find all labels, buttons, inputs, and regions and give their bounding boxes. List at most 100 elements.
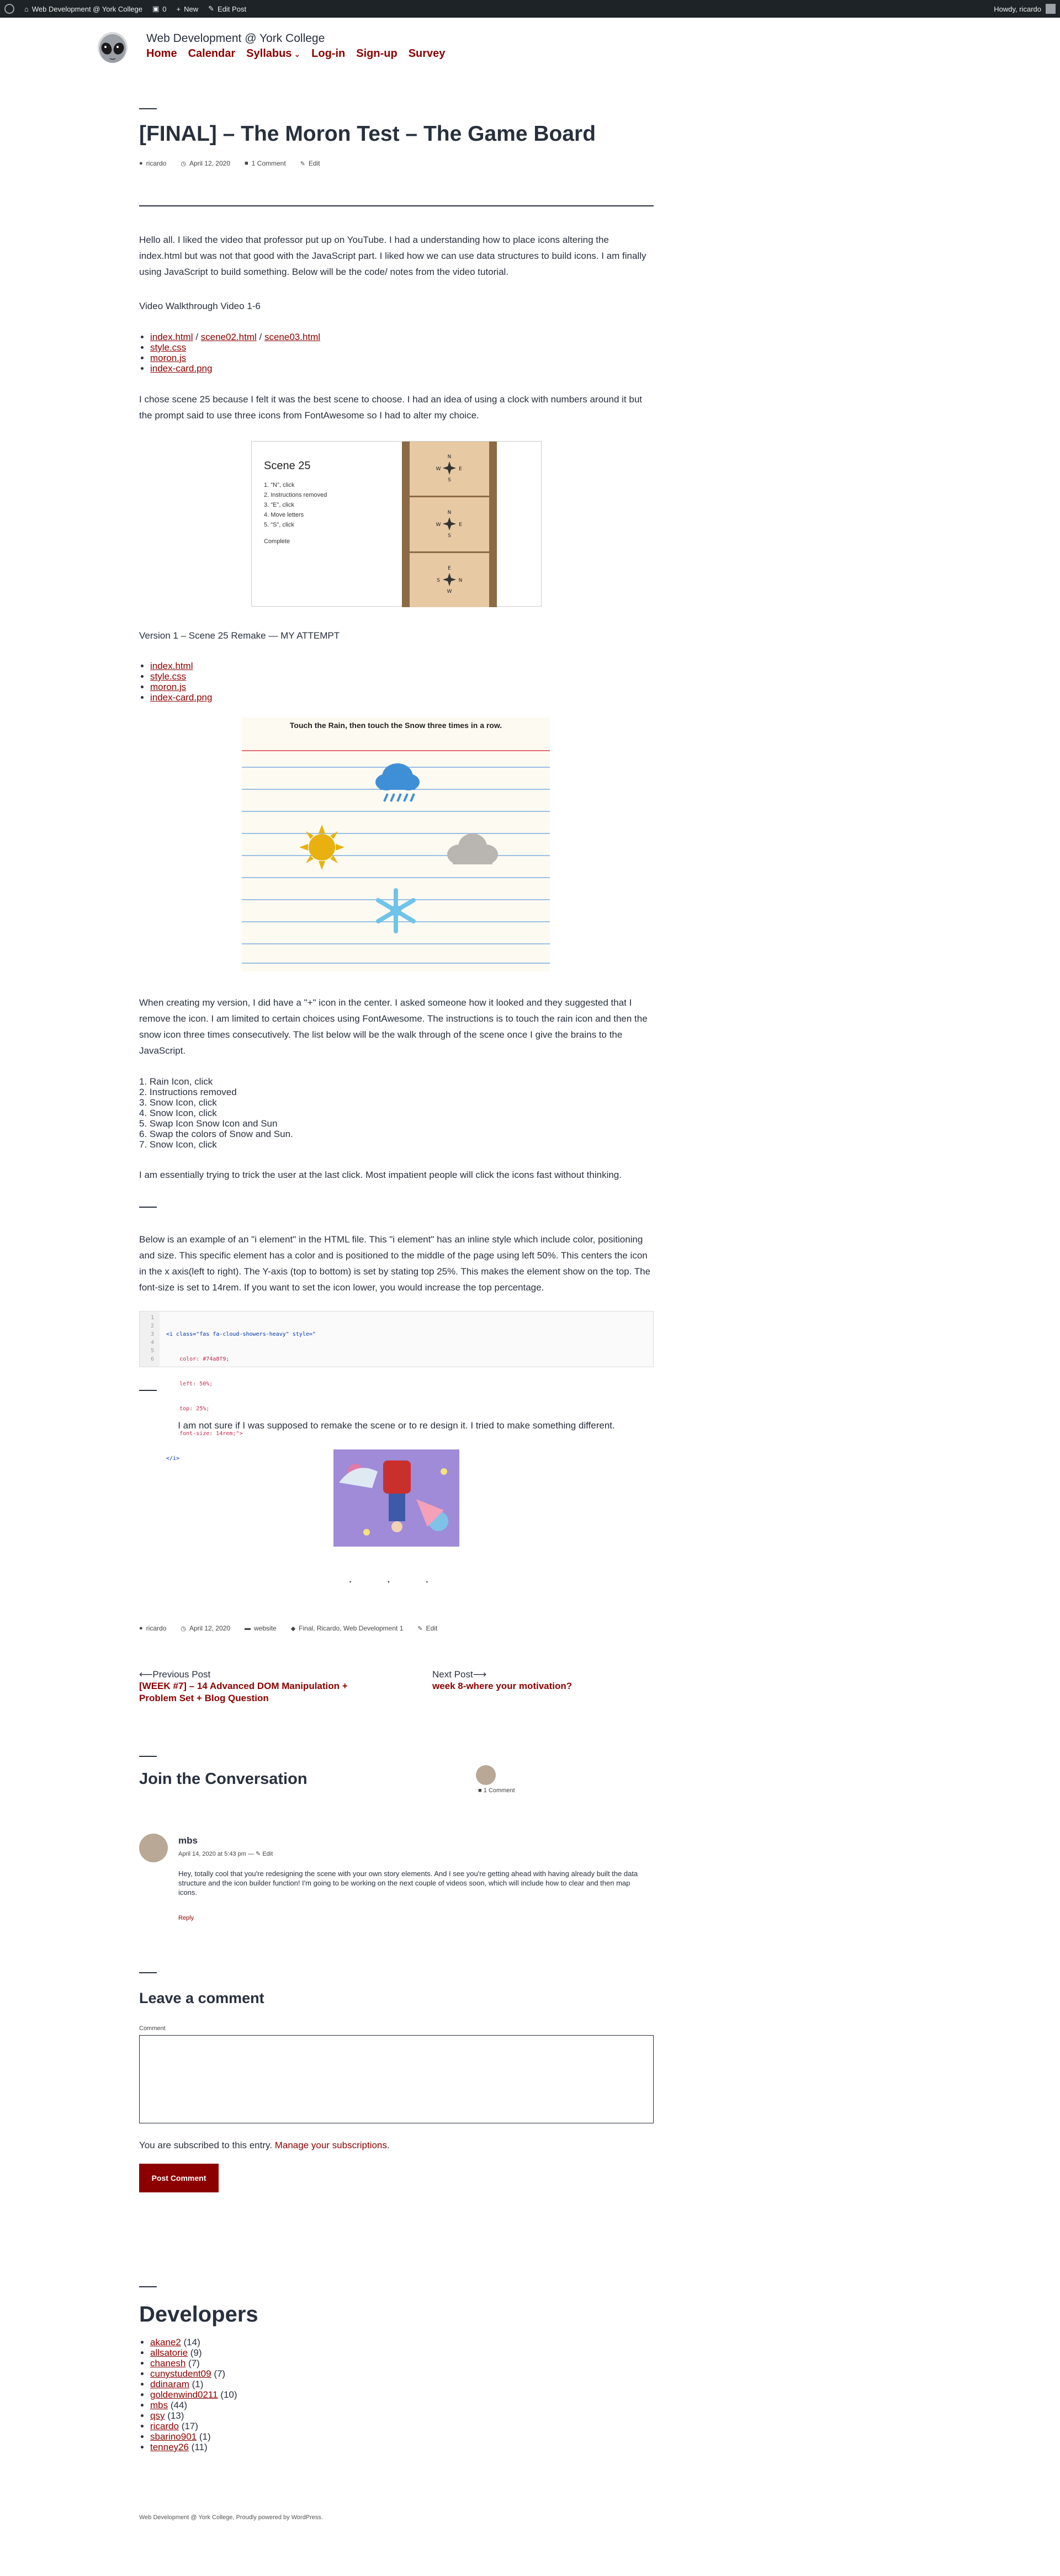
- scene-steps: 1. "N", click 2. Instructions removed 3.…: [264, 482, 327, 528]
- person-icon: ●: [139, 1625, 143, 1632]
- nav-calendar[interactable]: Calendar: [188, 47, 236, 60]
- edit-link[interactable]: Edit: [426, 1624, 438, 1632]
- comment-count[interactable]: ■ 1 Comment: [478, 1787, 515, 1794]
- list-item: qsy (13): [150, 2410, 654, 2421]
- trick-paragraph: I am essentially trying to trick the use…: [139, 1170, 622, 1180]
- manage-subscriptions-link[interactable]: Manage your subscriptions: [275, 2140, 387, 2150]
- compass-panel: E W S N: [410, 553, 489, 607]
- date-link[interactable]: April 12, 2020: [189, 1624, 230, 1632]
- developer-link[interactable]: goldenwind0211: [150, 2389, 218, 2400]
- style-css-link[interactable]: style.css: [150, 342, 186, 353]
- index-card-link[interactable]: index-card.png: [150, 692, 212, 703]
- list-item: ricardo (17): [150, 2421, 654, 2431]
- list-item: 3. Snow Icon, click: [139, 1097, 217, 1108]
- creating-paragraph: When creating my version, I did have a "…: [139, 997, 648, 1056]
- developer-link[interactable]: chanesh: [150, 2358, 186, 2368]
- svg-text:N: N: [448, 454, 452, 460]
- wordpress-logo-icon[interactable]: [4, 4, 14, 14]
- developer-link[interactable]: qsy: [150, 2410, 165, 2421]
- developer-link[interactable]: allsatorie: [150, 2347, 188, 2358]
- next-post-nav[interactable]: Next Post⟶ week 8-where your motivation?: [432, 1669, 653, 1692]
- author-link[interactable]: ricardo: [146, 160, 167, 167]
- pencil-icon: ✎: [300, 160, 305, 167]
- developer-link[interactable]: tenney26: [150, 2442, 189, 2452]
- file-links-list: index.html style.css moron.js index-card…: [139, 661, 654, 703]
- comment-icon: ▣: [152, 4, 160, 13]
- compass-panel: N S W E: [410, 497, 489, 551]
- nav-home[interactable]: Home: [146, 47, 177, 60]
- svg-text:S: S: [437, 578, 440, 583]
- moron-js-link[interactable]: moron.js: [150, 353, 186, 363]
- cartoon-illustration: [333, 1449, 459, 1547]
- developer-link[interactable]: cunystudent09: [150, 2368, 211, 2379]
- previous-post-nav[interactable]: ⟵Previous Post [WEEK #7] – 14 Advanced D…: [139, 1669, 382, 1704]
- developers-title: Developers: [139, 2302, 258, 2327]
- category-link[interactable]: website: [254, 1624, 277, 1632]
- scene-complete-label: Complete: [264, 538, 290, 545]
- list-item: 6. Swap the colors of Snow and Sun.: [139, 1129, 293, 1139]
- intro-paragraph: Hello all. I liked the video that profes…: [139, 235, 646, 277]
- nav-sign-up[interactable]: Sign-up: [356, 47, 397, 60]
- next-post-title[interactable]: week 8-where your motivation?: [432, 1680, 653, 1692]
- board-instructions: Touch the Rain, then touch the Snow thre…: [289, 721, 502, 730]
- walkthrough-text: Video Walkthrough Video 1-6: [139, 301, 261, 311]
- developer-link[interactable]: ddinaram: [150, 2379, 189, 2389]
- avatar: [139, 1834, 168, 1862]
- list-item: akane2 (14): [150, 2337, 654, 2347]
- admin-edit-post-link[interactable]: ✎ Edit Post: [208, 4, 246, 13]
- admin-new-link[interactable]: + New: [177, 5, 199, 13]
- tags-list[interactable]: Final, Ricardo, Web Development 1: [299, 1624, 403, 1632]
- admin-comments-link[interactable]: ▣ 0: [152, 4, 167, 13]
- index-html-link[interactable]: index.html: [150, 332, 193, 342]
- edit-link[interactable]: Edit: [309, 160, 320, 167]
- author-link[interactable]: ricardo: [146, 1624, 167, 1632]
- divider: [139, 1390, 157, 1391]
- developer-link[interactable]: ricardo: [150, 2421, 179, 2431]
- home-icon: ⌂: [24, 4, 29, 13]
- divider: [139, 108, 157, 109]
- admin-site-link[interactable]: ⌂ Web Development @ York College: [24, 5, 142, 13]
- developer-link[interactable]: sbarino901: [150, 2431, 197, 2442]
- reply-link[interactable]: Reply: [178, 1915, 194, 1921]
- comment-textarea[interactable]: [139, 2035, 654, 2123]
- avatar: [476, 1765, 496, 1785]
- style-css-link[interactable]: style.css: [150, 671, 186, 682]
- snowflake-icon: [376, 888, 416, 933]
- developer-link[interactable]: mbs: [150, 2400, 168, 2410]
- developer-link[interactable]: akane2: [150, 2337, 181, 2347]
- code-block[interactable]: 1 2 3 4 5 6 <i class="fas fa-cloud-showe…: [139, 1311, 654, 1462]
- comment-icon: ■: [245, 160, 248, 167]
- svg-text:W: W: [436, 522, 441, 528]
- unsure-paragraph: I am not sure if I was supposed to remak…: [178, 1420, 615, 1431]
- moron-js-link[interactable]: moron.js: [150, 682, 186, 692]
- list-item: cunystudent09 (7): [150, 2368, 654, 2379]
- line-numbers: 1 2 3 4 5 6: [140, 1311, 160, 1367]
- svg-text:N: N: [459, 578, 463, 583]
- scene-title: Scene 25: [264, 460, 311, 472]
- list-item: style.css: [150, 671, 654, 682]
- rain-cloud-icon: [375, 763, 420, 802]
- index-html-link[interactable]: index.html: [150, 661, 193, 671]
- divider: [139, 1207, 157, 1208]
- scene03-link[interactable]: scene03.html: [264, 332, 320, 342]
- nav-log-in[interactable]: Log-in: [311, 47, 345, 60]
- chevron-down-icon[interactable]: ⌄: [294, 50, 300, 59]
- site-title[interactable]: Web Development @ York College: [146, 32, 325, 45]
- comments-link[interactable]: 1 Comment: [252, 160, 286, 167]
- list-item: mbs (44): [150, 2400, 654, 2410]
- page-title: [FINAL] – The Moron Test – The Game Boar…: [139, 122, 596, 146]
- conversation-title: Join the Conversation: [139, 1770, 308, 1788]
- comment-edit-link[interactable]: Edit: [262, 1851, 273, 1857]
- admin-account-menu[interactable]: Howdy, ricardo: [994, 4, 1056, 14]
- comment-date-link[interactable]: April 14, 2020 at 5:43 pm: [178, 1851, 246, 1857]
- post-comment-button[interactable]: Post Comment: [139, 2164, 219, 2192]
- scene02-link[interactable]: scene02.html: [201, 332, 257, 342]
- alien-logo-icon[interactable]: [97, 32, 129, 66]
- index-card-link[interactable]: index-card.png: [150, 363, 212, 374]
- post-footer-meta: ● ricardo ◷ April 12, 2020 ▬ website ◆ Final…: [139, 1624, 654, 1632]
- date-link[interactable]: April 12, 2020: [189, 160, 230, 167]
- compass-icon: N S W E: [436, 510, 463, 539]
- previous-post-title[interactable]: [WEEK #7] – 14 Advanced DOM Manipulation…: [139, 1680, 382, 1704]
- nav-syllabus[interactable]: Syllabus ⌄: [246, 47, 300, 60]
- nav-survey[interactable]: Survey: [409, 47, 446, 60]
